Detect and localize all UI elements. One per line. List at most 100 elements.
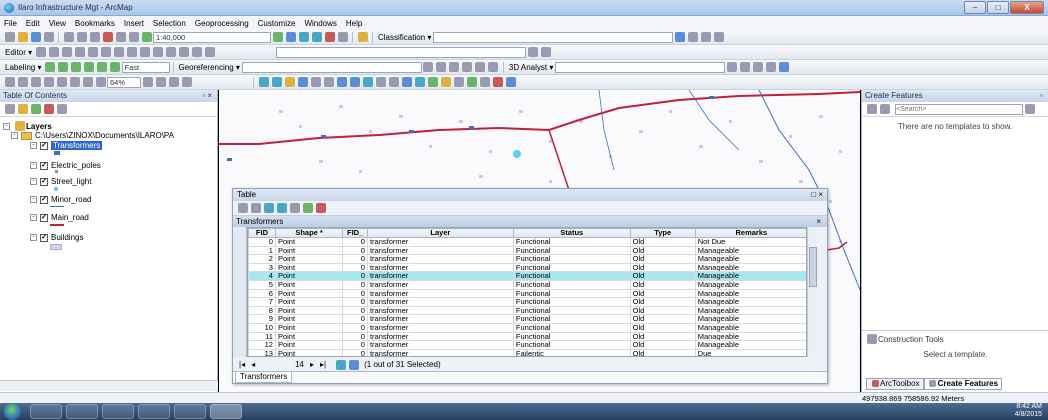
menu-help[interactable]: Help [346,19,362,28]
table-cell[interactable]: Old [629,314,696,324]
table-cell[interactable]: Not Due [694,237,806,247]
data-driven-pages-icon[interactable] [181,77,192,87]
explorer-taskbar-icon[interactable] [102,404,134,419]
go-back-extent-icon[interactable] [95,77,106,87]
zoom-out-icon[interactable] [271,77,282,87]
table-cell[interactable]: transformer [366,254,514,264]
related-tables-icon[interactable] [250,203,261,213]
switch-selection-icon[interactable] [276,203,287,213]
find-icon[interactable] [453,77,464,87]
col-status[interactable]: Status [512,228,631,238]
layout-zoom-in-icon[interactable] [4,77,15,87]
arcmap-taskbar-icon[interactable] [210,404,242,419]
table-cell[interactable]: Functional [512,237,631,247]
table-cell[interactable]: transformer [366,340,514,350]
view-link-icon[interactable] [488,62,499,72]
rotate-georef-icon[interactable] [436,62,447,72]
identify-icon[interactable] [401,77,412,87]
shift-icon[interactable] [449,62,460,72]
table-cell[interactable]: Functional [512,262,631,273]
classification-label[interactable]: Classification ▾ [378,33,431,42]
zoom-in-icon[interactable] [258,77,269,87]
open-icon[interactable] [17,32,28,42]
label-manager-icon[interactable] [45,62,55,72]
select-elements-icon[interactable] [388,77,399,87]
toc-layer-street-light[interactable]: - ✓ Street_light [30,177,91,186]
label-weight-icon[interactable] [71,62,81,72]
col-remarks[interactable]: Remarks [694,228,806,238]
change-layout-icon[interactable] [168,77,179,87]
layout-zoom-combo[interactable]: 64% [107,76,141,88]
table-cell[interactable]: 1 [248,245,276,256]
table-cell[interactable]: Point [274,262,344,273]
toc-options-icon[interactable] [56,104,67,114]
3d-layer-combo[interactable] [555,61,726,73]
row-selector-column[interactable] [233,227,247,357]
histogram-icon[interactable] [687,32,698,42]
table-cell[interactable]: Point [274,297,344,307]
list-by-visibility-icon[interactable] [30,104,41,114]
paste-icon[interactable] [89,32,100,42]
table-cell[interactable]: 3 [248,262,276,273]
table-cell[interactable]: transformer [366,348,514,356]
delete-selected-icon[interactable] [315,203,326,213]
table-cell[interactable]: 0 [248,237,276,247]
label-priority-icon[interactable] [58,62,68,72]
contour-icon[interactable] [726,62,737,72]
table-cell[interactable]: transformer [366,322,514,333]
arcscene-icon[interactable] [778,62,789,72]
table-cell[interactable]: 0 [342,322,368,333]
go-to-xy-icon[interactable] [479,77,490,87]
html-popup-icon[interactable] [427,77,438,87]
table-row[interactable]: 2 Point 0 transformer Functional Old Manageabl… [248,254,806,264]
redo-icon[interactable] [128,32,139,42]
print-icon[interactable] [43,32,54,42]
ie-taskbar-icon[interactable] [30,404,62,419]
table-cell[interactable]: Manageable [694,271,806,281]
table-cell[interactable]: Functional [512,254,631,264]
table-cell[interactable]: Old [629,271,696,281]
table-cell[interactable]: Point [274,237,344,247]
new-document-icon[interactable] [4,32,15,42]
table-cell[interactable]: Point [274,288,344,299]
menu-selection[interactable]: Selection [153,19,186,28]
table-cell[interactable]: Point [274,254,344,264]
menu-customize[interactable]: Customize [258,19,296,28]
table-window-controls[interactable]: □ × [811,189,823,201]
col-layer[interactable]: Layer [366,228,514,238]
table-cell[interactable]: Old [629,288,696,299]
point-icon[interactable] [100,47,111,57]
table-cell[interactable]: transformer [366,262,514,273]
table-tab-close-icon[interactable]: × [816,216,821,227]
full-extent-icon[interactable] [297,77,308,87]
col-fid2[interactable]: FID_ [342,228,368,238]
table-cell[interactable]: 0 [342,245,368,256]
clock-time[interactable]: 8:42 AM [1016,403,1042,410]
table-vscroll-thumb[interactable] [809,247,817,287]
table-cell[interactable]: Manageable [694,314,806,324]
georeference-layer-combo[interactable] [241,61,422,73]
snapping-icon[interactable] [540,47,551,57]
table-cell[interactable]: Point [274,331,344,342]
table-cell[interactable]: 0 [342,314,368,324]
create-features-pin-icon[interactable]: ▫ [1040,90,1043,102]
table-cell[interactable]: 2 [248,254,276,264]
undo-icon[interactable] [115,32,126,42]
table-cell[interactable]: Manageable [694,245,806,256]
table-cell[interactable]: Functional [512,314,631,324]
table-cell[interactable]: Manageable [694,254,806,264]
toc-window-icon[interactable] [285,32,296,42]
copy-icon[interactable] [76,32,87,42]
table-row[interactable]: 9 Point 0 transformer Functional Old Manageabl… [248,314,806,324]
menu-insert[interactable]: Insert [124,19,144,28]
start-orb-icon[interactable] [4,403,21,420]
toc-layers-group[interactable]: - Layers [3,121,52,131]
table-cell[interactable]: 0 [342,237,368,247]
end-point-arc-icon[interactable] [74,47,85,57]
list-by-source-icon[interactable] [17,104,28,114]
fixed-zoom-out-map-icon[interactable] [323,77,334,87]
table-cell[interactable]: Functional [512,297,631,307]
line-of-sight-icon[interactable] [752,62,763,72]
rotate-icon[interactable] [165,47,176,57]
table-row[interactable]: 7 Point 0 transformer Functional Old Manageabl… [248,297,806,307]
